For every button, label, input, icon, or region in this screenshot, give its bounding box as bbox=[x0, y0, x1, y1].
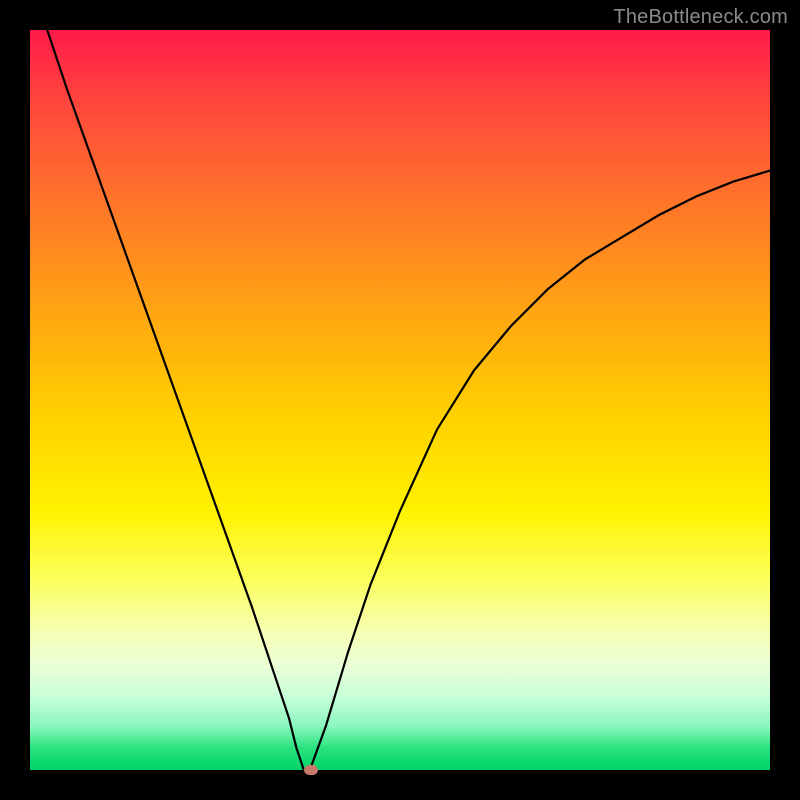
chart-frame: TheBottleneck.com bbox=[0, 0, 800, 800]
plot-area bbox=[30, 30, 770, 770]
watermark-text: TheBottleneck.com bbox=[613, 6, 788, 29]
optimum-marker bbox=[304, 765, 318, 775]
curve-path bbox=[30, 30, 770, 770]
bottleneck-curve bbox=[30, 30, 770, 770]
